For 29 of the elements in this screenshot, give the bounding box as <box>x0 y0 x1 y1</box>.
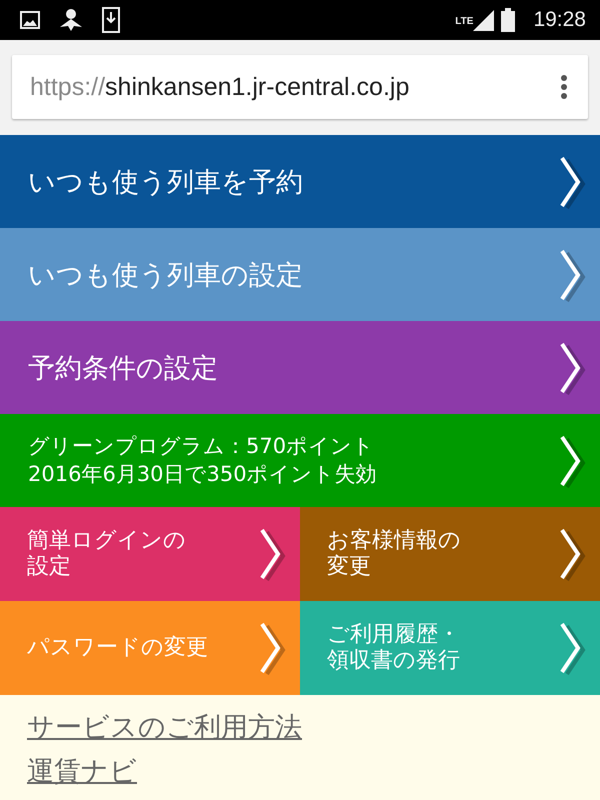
figure-icon <box>58 7 84 33</box>
menu-item[interactable]: 予約条件の設定 <box>0 321 600 414</box>
tile-label: 領収書の発行 <box>327 648 460 674</box>
download-icon <box>102 7 120 33</box>
help-link[interactable]: サービスのご利用方法 <box>27 709 302 745</box>
menu-item[interactable]: いつも使う列車の設定 <box>0 228 600 321</box>
help-link[interactable]: 運賃ナビ <box>27 753 137 789</box>
menu-tile[interactable]: お客様情報の 変更 <box>300 507 600 601</box>
tile-label: 設定 <box>27 554 71 580</box>
menu-label: いつも使う列車の設定 <box>28 258 303 292</box>
menu-label: いつも使う列車を予約 <box>28 166 303 200</box>
menu-item[interactable]: いつも使う列車を予約 <box>0 135 600 228</box>
tile-label: 変更 <box>327 554 371 580</box>
menu-label: 予約条件の設定 <box>28 352 218 386</box>
address-bar[interactable]: https://shinkansen1.jr-central.co.jp <box>12 55 588 119</box>
image-icon <box>20 11 40 29</box>
tile-label: ご利用履歴・ <box>327 622 460 648</box>
tile-label: パスワードの変更 <box>27 634 208 662</box>
network-label: LTE <box>455 16 474 27</box>
clock: 19:28 <box>533 8 586 32</box>
url-text: https://shinkansen1.jr-central.co.jp <box>30 72 410 102</box>
tile-label: お客様情報の <box>327 528 461 554</box>
more-menu-icon[interactable] <box>560 74 568 100</box>
menu-tile[interactable]: 簡単ログインの 設定 <box>0 507 300 601</box>
signal-icon <box>471 8 496 32</box>
battery-icon <box>501 8 516 32</box>
tile-label: 簡単ログインの <box>27 528 186 554</box>
menu-label: グリーンプログラム：570ポイント 2016年6月30日で350ポイント失効 <box>28 433 377 488</box>
menu-item[interactable]: グリーンプログラム：570ポイント 2016年6月30日で350ポイント失効 <box>0 414 600 507</box>
